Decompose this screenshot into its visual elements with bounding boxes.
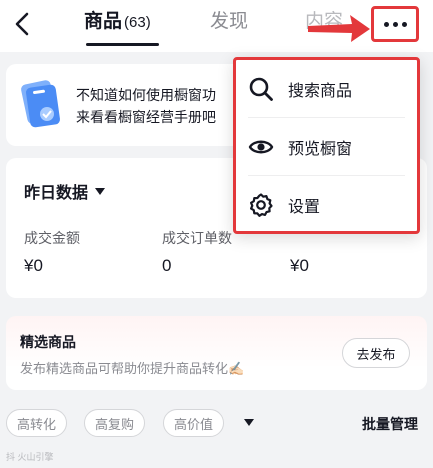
menu-label-search-goods: 搜索商品 [288,82,353,100]
tab-goods-label: 商品 [84,11,123,32]
eye-icon [248,140,274,153]
menu-item-settings[interactable]: 设置 [236,176,417,233]
metric-value-orders: 0 [162,256,172,275]
publish-button[interactable]: 去发布 [342,338,410,368]
filter-chip-high-value[interactable]: 高价值 [163,409,225,437]
watermark: 抖 火山引擎 [6,452,54,462]
filter-chip-high-conversion[interactable]: 高转化 [6,409,68,437]
manual-text-line2: 来看看橱窗经营手册吧 [76,109,216,125]
gear-icon [250,192,273,217]
more-options-menu: 搜索商品 预览橱窗 设置 [233,57,420,234]
manual-banner[interactable]: 不知道如何使用橱窗功 来看看橱窗经营手册吧 [6,64,246,146]
tab-goods-count: (63) [124,14,151,31]
featured-description: 发布精选商品可帮助你提升商品转化✍🏻 [20,361,245,376]
manual-text-line1: 不知道如何使用橱窗功 [76,87,216,103]
metric-value-gmv: ¥0 [24,256,43,275]
featured-title: 精选商品 [20,334,76,350]
manual-text: 不知道如何使用橱窗功 来看看橱窗经营手册吧 [76,84,216,128]
filter-expand-icon[interactable] [244,419,254,426]
data-period-selector[interactable]: 昨日数据 [24,179,106,203]
tab-goods[interactable]: 商品 (63) [84,10,151,35]
metric-value-third: ¥0 [290,256,309,275]
batch-manage-button[interactable]: 批量管理 [362,414,418,434]
featured-goods-card: 精选商品 发布精选商品可帮助你提升商品转化✍🏻 去发布 [6,316,427,390]
metric-label-gmv: 成交金额 [24,230,80,246]
menu-label-settings: 设置 [288,198,321,216]
menu-item-preview-window[interactable]: 预览橱窗 [236,118,417,175]
manual-book-icon [21,80,60,128]
filter-chip-high-repurchase[interactable]: 高复购 [84,409,146,437]
more-dots-icon [383,21,407,27]
menu-item-search-goods[interactable]: 搜索商品 [236,60,417,117]
caret-down-icon [95,187,106,195]
active-tab-indicator [86,43,159,46]
metric-label-orders: 成交订单数 [162,230,232,246]
back-arrow-icon[interactable] [10,9,36,39]
search-icon [249,77,273,101]
tab-discover[interactable]: 发现 [210,10,248,34]
top-nav-bar: 商品 (63) 发现 内容 [0,0,433,52]
data-title: 昨日数据 [24,185,89,202]
red-arrow-annotation-icon [308,15,370,42]
more-options-button[interactable] [371,6,419,42]
menu-label-preview-window: 预览橱窗 [288,140,353,158]
